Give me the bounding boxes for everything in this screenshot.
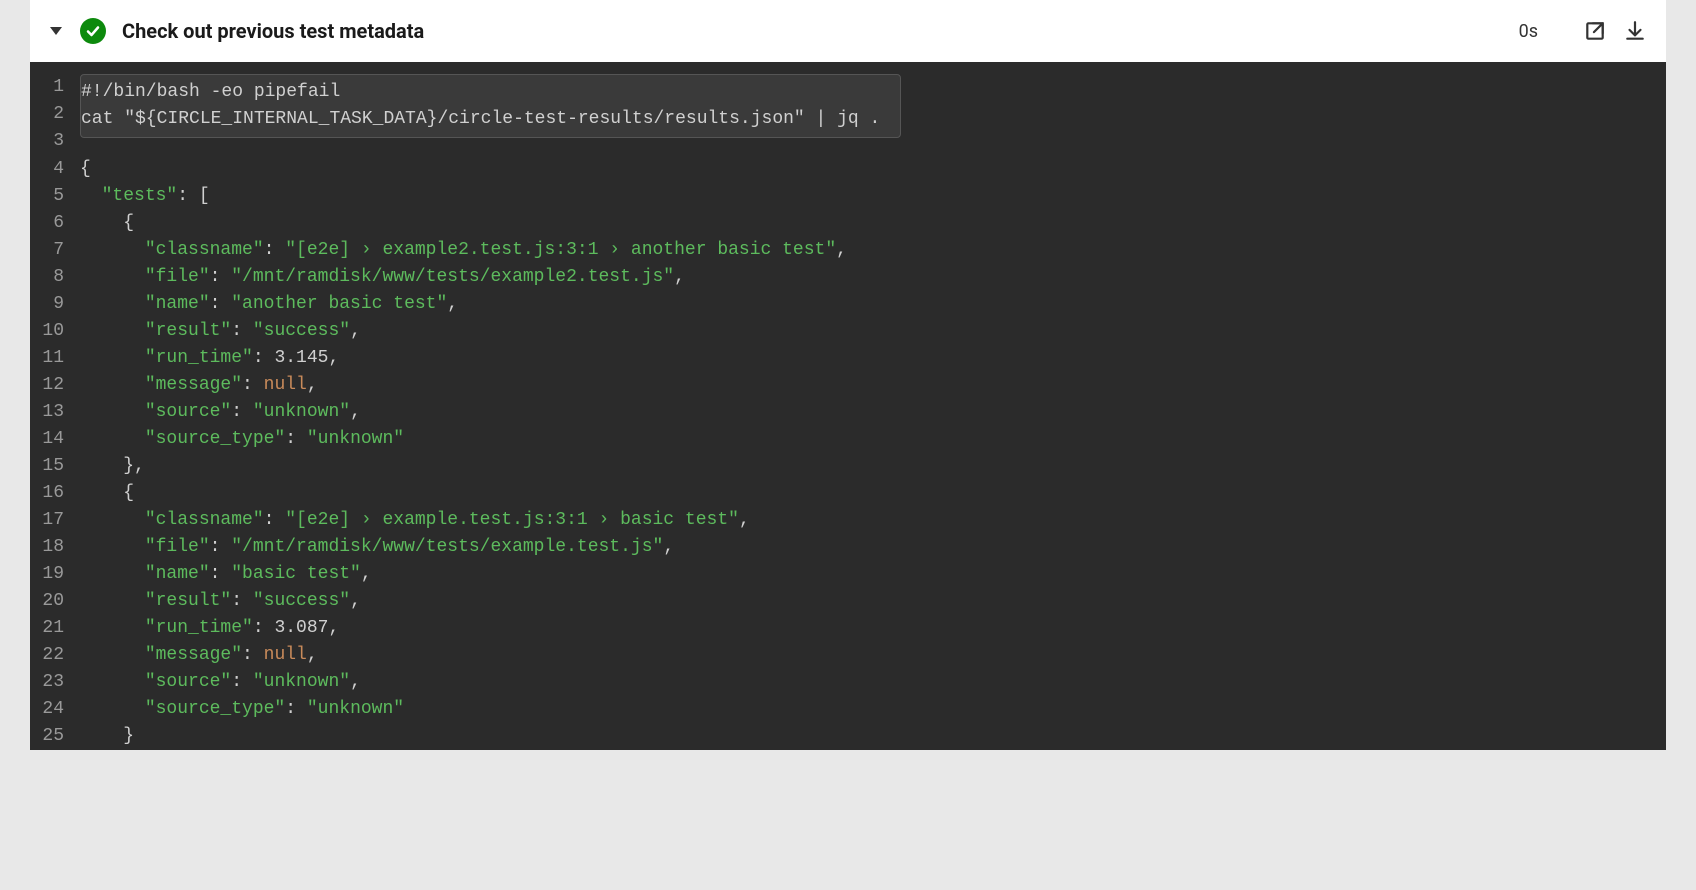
output-line: "source": "unknown", — [80, 669, 1666, 696]
output-line: "classname": "[e2e] › example2.test.js:3… — [80, 237, 1666, 264]
line-number: 23 — [30, 669, 80, 696]
output-line: { — [80, 156, 1666, 183]
output-line: "message": null, — [80, 372, 1666, 399]
output-line: "message": null, — [80, 642, 1666, 669]
line-number: 3 — [30, 128, 80, 155]
command-line: cat "${CIRCLE_INTERNAL_TASK_DATA}/circle… — [81, 106, 900, 133]
terminal-output: 123 #!/bin/bash -eo pipefailcat "${CIRCL… — [30, 62, 1666, 750]
open-external-icon[interactable] — [1584, 20, 1606, 42]
line-number: 1 — [30, 74, 80, 101]
output-line: "file": "/mnt/ramdisk/www/tests/example.… — [80, 534, 1666, 561]
line-number: 5 — [30, 183, 80, 210]
line-number: 19 — [30, 561, 80, 588]
line-number: 25 — [30, 723, 80, 750]
line-number: 21 — [30, 615, 80, 642]
line-number: 10 — [30, 318, 80, 345]
line-number: 14 — [30, 426, 80, 453]
command-block: #!/bin/bash -eo pipefailcat "${CIRCLE_IN… — [80, 74, 901, 138]
line-number: 20 — [30, 588, 80, 615]
line-number: 12 — [30, 372, 80, 399]
output-line: "result": "success", — [80, 588, 1666, 615]
line-number: 24 — [30, 696, 80, 723]
line-number: 13 — [30, 399, 80, 426]
output-line: { — [80, 480, 1666, 507]
step-duration: 0s — [1519, 21, 1538, 42]
output-line: "result": "success", — [80, 318, 1666, 345]
line-number: 8 — [30, 264, 80, 291]
line-number: 9 — [30, 291, 80, 318]
line-number: 16 — [30, 480, 80, 507]
output-line: }, — [80, 453, 1666, 480]
output-line: { — [80, 210, 1666, 237]
output-line: "file": "/mnt/ramdisk/www/tests/example2… — [80, 264, 1666, 291]
line-number: 18 — [30, 534, 80, 561]
line-number: 7 — [30, 237, 80, 264]
line-number: 2 — [30, 101, 80, 128]
download-icon[interactable] — [1624, 20, 1646, 42]
output-line: "source_type": "unknown" — [80, 426, 1666, 453]
step-header[interactable]: Check out previous test metadata 0s — [30, 0, 1666, 62]
step-container: Check out previous test metadata 0s 123 … — [30, 0, 1666, 750]
success-check-icon — [80, 18, 106, 44]
output-line: "source_type": "unknown" — [80, 696, 1666, 723]
line-number: 15 — [30, 453, 80, 480]
output-line: "classname": "[e2e] › example.test.js:3:… — [80, 507, 1666, 534]
output-line: } — [80, 723, 1666, 750]
output-line: "run_time": 3.087, — [80, 615, 1666, 642]
line-number: 4 — [30, 156, 80, 183]
output-line: "name": "another basic test", — [80, 291, 1666, 318]
command-line: #!/bin/bash -eo pipefail — [81, 79, 900, 106]
output-line: "tests": [ — [80, 183, 1666, 210]
step-title: Check out previous test metadata — [122, 19, 1519, 43]
output-line: "source": "unknown", — [80, 399, 1666, 426]
line-number: 22 — [30, 642, 80, 669]
line-number: 6 — [30, 210, 80, 237]
output-line: "name": "basic test", — [80, 561, 1666, 588]
line-number: 11 — [30, 345, 80, 372]
output-line: "run_time": 3.145, — [80, 345, 1666, 372]
line-number: 17 — [30, 507, 80, 534]
caret-down-icon — [50, 27, 62, 35]
